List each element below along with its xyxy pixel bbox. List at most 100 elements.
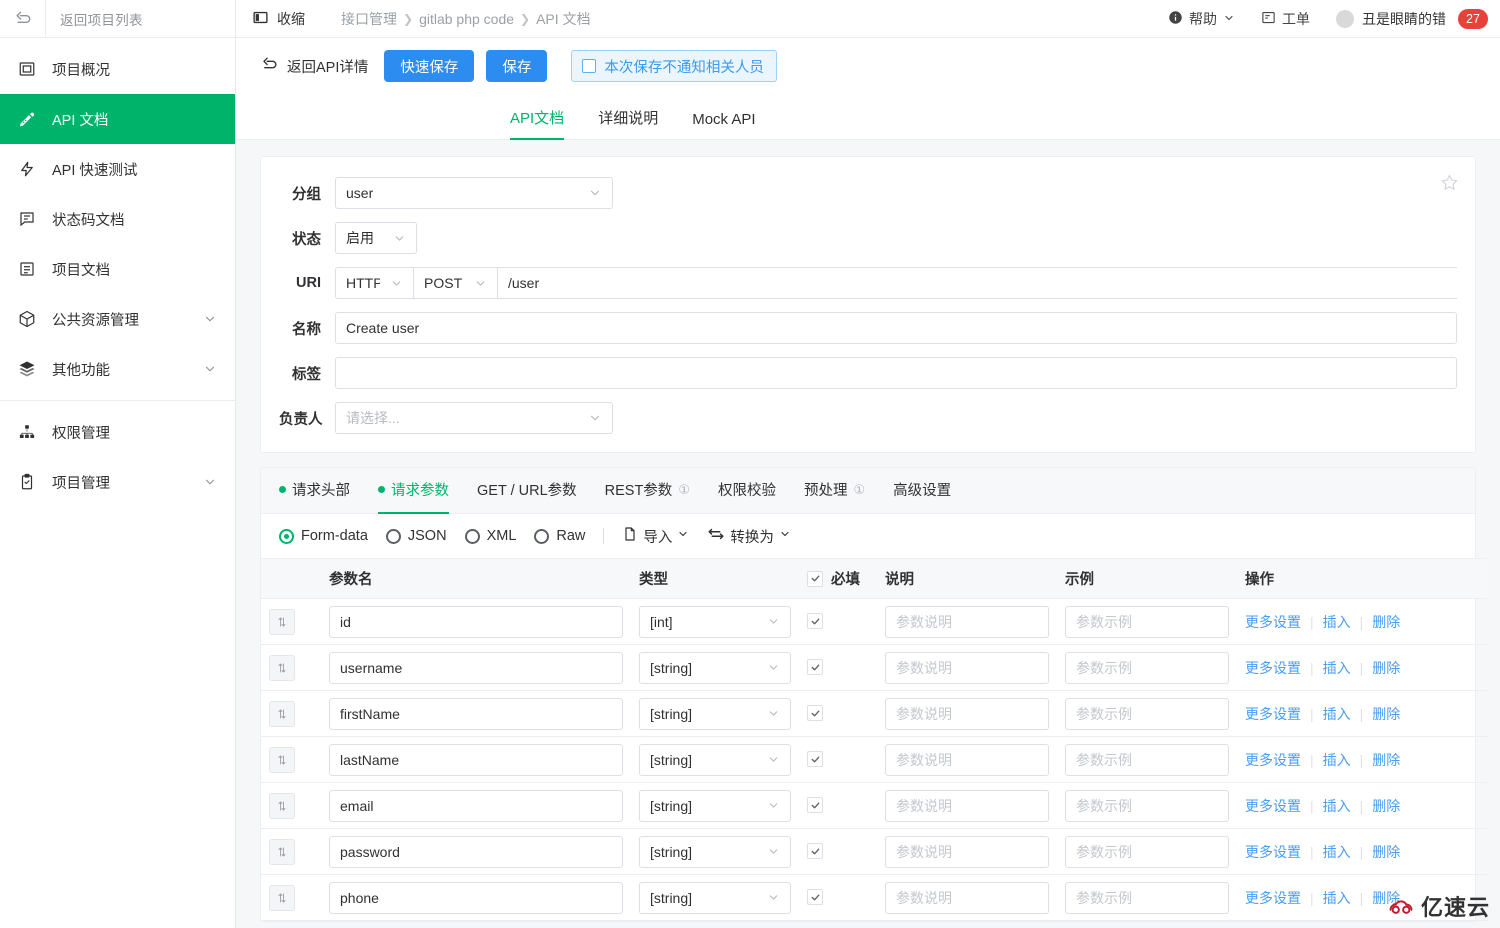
back-arrow-icon[interactable] [0, 0, 46, 38]
insert-row-link[interactable]: 插入 [1323, 704, 1351, 724]
method-select[interactable]: POST [413, 267, 497, 299]
tab-request-params[interactable]: 请求参数 [378, 468, 449, 514]
save-button[interactable]: 保存 [486, 50, 548, 82]
import-button[interactable]: 导入 [622, 526, 689, 547]
tab-request-header[interactable]: 请求头部 [279, 468, 350, 514]
param-name-input[interactable]: id [329, 605, 623, 638]
param-name-input[interactable]: password [329, 835, 623, 868]
sidebar-item-project-management[interactable]: 项目管理 [0, 457, 235, 507]
breadcrumb-item-0[interactable]: 接口管理 [341, 9, 397, 29]
uri-path-input[interactable]: /user [497, 267, 1457, 299]
param-type-select[interactable]: [string] [639, 835, 791, 868]
breadcrumb-item-2[interactable]: API 文档 [536, 9, 590, 29]
protocol-select[interactable]: HTTP [335, 267, 413, 299]
back-to-project-list[interactable]: 返回项目列表 [46, 9, 235, 29]
tag-input[interactable] [335, 357, 1457, 389]
drag-handle-icon[interactable] [269, 884, 295, 911]
drag-handle-icon[interactable] [269, 608, 295, 635]
sidebar-item-project-doc[interactable]: 项目文档 [0, 244, 235, 294]
tab-advanced-settings[interactable]: 高级设置 [893, 468, 951, 514]
delete-row-link[interactable]: 删除 [1372, 796, 1400, 816]
radio-xml[interactable]: XML [464, 528, 516, 544]
breadcrumb-item-1[interactable]: gitlab php code [419, 11, 514, 27]
param-example-input[interactable]: 参数示例 [1065, 743, 1229, 776]
sidebar-item-api-doc[interactable]: API 文档 [0, 94, 235, 144]
sidebar-item-overview[interactable]: 项目概况 [0, 44, 235, 94]
sidebar-item-public-resource[interactable]: 公共资源管理 [0, 294, 235, 344]
delete-row-link[interactable]: 删除 [1372, 704, 1400, 724]
param-example-input[interactable]: 参数示例 [1065, 881, 1229, 914]
insert-row-link[interactable]: 插入 [1323, 612, 1351, 632]
back-to-api-detail-button[interactable]: 返回API详情 [260, 55, 368, 78]
param-example-input[interactable]: 参数示例 [1065, 697, 1229, 730]
param-name-input[interactable]: email [329, 789, 623, 822]
required-checkbox[interactable] [807, 843, 823, 860]
param-name-input[interactable]: firstName [329, 697, 623, 730]
tab-permission-check[interactable]: 权限校验 [718, 468, 776, 514]
param-desc-input[interactable]: 参数说明 [885, 835, 1049, 868]
required-checkbox[interactable] [807, 659, 823, 676]
quick-save-button[interactable]: 快速保存 [384, 50, 475, 82]
insert-row-link[interactable]: 插入 [1323, 842, 1351, 862]
user-menu[interactable]: 丑是眼睛的错 27 [1336, 8, 1488, 29]
param-type-select[interactable]: [string] [639, 743, 791, 776]
select-all-required-checkbox[interactable] [807, 570, 823, 587]
param-type-select[interactable]: [string] [639, 881, 791, 914]
param-type-select[interactable]: [string] [639, 697, 791, 730]
tab-detail-desc[interactable]: 详细说明 [598, 107, 658, 140]
drag-handle-icon[interactable] [269, 700, 295, 727]
insert-row-link[interactable]: 插入 [1323, 796, 1351, 816]
more-settings-link[interactable]: 更多设置 [1245, 888, 1301, 908]
sidebar-item-permission[interactable]: 权限管理 [0, 407, 235, 457]
drag-handle-icon[interactable] [269, 792, 295, 819]
delete-row-link[interactable]: 删除 [1372, 842, 1400, 862]
param-type-select[interactable]: [string] [639, 789, 791, 822]
radio-raw[interactable]: Raw [534, 528, 585, 544]
insert-row-link[interactable]: 插入 [1323, 750, 1351, 770]
tab-api-doc[interactable]: API文档 [510, 107, 565, 140]
sidebar-item-other-features[interactable]: 其他功能 [0, 344, 235, 394]
tab-rest-params[interactable]: REST参数 ① [605, 468, 690, 514]
param-name-input[interactable]: username [329, 651, 623, 684]
param-type-select[interactable]: [string] [639, 651, 791, 684]
group-select[interactable]: user [335, 177, 613, 209]
collapse-sidebar-button[interactable]: 收缩 [252, 9, 305, 29]
status-select[interactable]: 启用 [335, 222, 417, 254]
sidebar-item-api-quick-test[interactable]: API 快速测试 [0, 144, 235, 194]
owner-select[interactable]: 请选择... [335, 402, 613, 434]
param-desc-input[interactable]: 参数说明 [885, 651, 1049, 684]
api-name-input[interactable]: Create user [335, 312, 1457, 344]
param-example-input[interactable]: 参数示例 [1065, 605, 1229, 638]
param-desc-input[interactable]: 参数说明 [885, 881, 1049, 914]
ticket-button[interactable]: 工单 [1261, 9, 1310, 29]
insert-row-link[interactable]: 插入 [1323, 658, 1351, 678]
drag-handle-icon[interactable] [269, 838, 295, 865]
more-settings-link[interactable]: 更多设置 [1245, 796, 1301, 816]
delete-row-link[interactable]: 删除 [1372, 658, 1400, 678]
required-checkbox[interactable] [807, 751, 823, 768]
param-name-input[interactable]: phone [329, 881, 623, 914]
required-checkbox[interactable] [807, 797, 823, 814]
delete-row-link[interactable]: 删除 [1372, 750, 1400, 770]
radio-json[interactable]: JSON [385, 528, 447, 544]
more-settings-link[interactable]: 更多设置 [1245, 658, 1301, 678]
param-type-select[interactable]: [int] [639, 605, 791, 638]
required-checkbox[interactable] [807, 613, 823, 630]
tab-mock-api[interactable]: Mock API [692, 111, 755, 140]
param-example-input[interactable]: 参数示例 [1065, 789, 1229, 822]
param-desc-input[interactable]: 参数说明 [885, 743, 1049, 776]
param-desc-input[interactable]: 参数说明 [885, 789, 1049, 822]
no-notify-checkbox[interactable]: 本次保存不通知相关人员 [571, 50, 777, 82]
help-button[interactable]: 帮助 [1168, 9, 1235, 29]
param-desc-input[interactable]: 参数说明 [885, 605, 1049, 638]
star-icon[interactable] [1440, 173, 1459, 195]
more-settings-link[interactable]: 更多设置 [1245, 704, 1301, 724]
tab-preprocess[interactable]: 预处理 ① [804, 468, 865, 514]
insert-row-link[interactable]: 插入 [1323, 888, 1351, 908]
more-settings-link[interactable]: 更多设置 [1245, 612, 1301, 632]
tab-get-url-params[interactable]: GET / URL参数 [477, 468, 577, 514]
more-settings-link[interactable]: 更多设置 [1245, 842, 1301, 862]
param-example-input[interactable]: 参数示例 [1065, 651, 1229, 684]
convert-to-button[interactable]: 转换为 [707, 525, 791, 547]
sidebar-item-status-code-doc[interactable]: 状态码文档 [0, 194, 235, 244]
